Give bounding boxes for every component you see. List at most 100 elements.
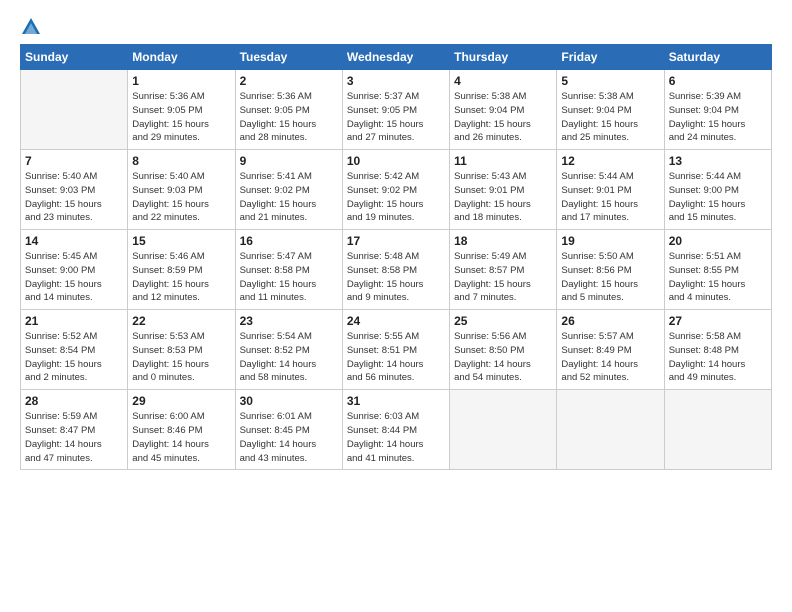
calendar-cell: 11 Sunrise: 5:43 AM Sunset: 9:01 PM Dayli… — [450, 150, 557, 230]
day-number: 14 — [25, 234, 123, 248]
calendar-cell: 18Sunrise: 5:49 AM Sunset: 8:57 PM Dayli… — [450, 230, 557, 310]
calendar-cell: 29Sunrise: 6:00 AM Sunset: 8:46 PM Dayli… — [128, 390, 235, 470]
day-number: 24 — [347, 314, 445, 328]
day-info: Sunrise: 5:54 AM Sunset: 8:52 PM Dayligh… — [240, 330, 338, 385]
day-number: 22 — [132, 314, 230, 328]
calendar-week-row: 28 Sunrise: 5:59 AM Sunset: 8:47 PM Dayli… — [21, 390, 772, 470]
day-info: Sunrise: 5:43 AM Sunset: 9:01 PM Dayligh… — [454, 170, 552, 225]
calendar-cell: 15 Sunrise: 5:46 AM Sunset: 8:59 PM Dayli… — [128, 230, 235, 310]
day-number: 16 — [240, 234, 338, 248]
calendar-cell: 8 Sunrise: 5:40 AM Sunset: 9:03 PM Daylig… — [128, 150, 235, 230]
day-info: Sunrise: 5:40 AM Sunset: 9:03 PM Dayligh… — [132, 170, 230, 225]
calendar-week-row: 21 Sunrise: 5:52 AM Sunset: 8:54 PM Dayli… — [21, 310, 772, 390]
calendar-cell: 3 Sunrise: 5:37 AM Sunset: 9:05 PM Daylig… — [342, 70, 449, 150]
day-info: Sunrise: 5:39 AM Sunset: 9:04 PM Dayligh… — [669, 90, 767, 145]
calendar-week-row: 1 Sunrise: 5:36 AM Sunset: 9:05 PM Daylig… — [21, 70, 772, 150]
day-number: 28 — [25, 394, 123, 408]
weekday-header-row: SundayMondayTuesdayWednesdayThursdayFrid… — [21, 45, 772, 70]
weekday-header-saturday: Saturday — [664, 45, 771, 70]
day-info: Sunrise: 5:37 AM Sunset: 9:05 PM Dayligh… — [347, 90, 445, 145]
day-info: Sunrise: 5:59 AM Sunset: 8:47 PM Dayligh… — [25, 410, 123, 465]
calendar-cell: 25 Sunrise: 5:56 AM Sunset: 8:50 PM Dayli… — [450, 310, 557, 390]
day-info: Sunrise: 5:42 AM Sunset: 9:02 PM Dayligh… — [347, 170, 445, 225]
weekday-header-friday: Friday — [557, 45, 664, 70]
weekday-header-tuesday: Tuesday — [235, 45, 342, 70]
weekday-header-thursday: Thursday — [450, 45, 557, 70]
calendar-week-row: 14 Sunrise: 5:45 AM Sunset: 9:00 PM Dayli… — [21, 230, 772, 310]
weekday-header-sunday: Sunday — [21, 45, 128, 70]
calendar-cell: 4 Sunrise: 5:38 AM Sunset: 9:04 PM Daylig… — [450, 70, 557, 150]
day-info: Sunrise: 5:44 AM Sunset: 9:01 PM Dayligh… — [561, 170, 659, 225]
day-info: Sunrise: 5:50 AM Sunset: 8:56 PM Dayligh… — [561, 250, 659, 305]
logo-icon — [20, 16, 42, 38]
header — [20, 16, 772, 38]
calendar-cell: 13 Sunrise: 5:44 AM Sunset: 9:00 PM Dayli… — [664, 150, 771, 230]
day-info: Sunrise: 5:40 AM Sunset: 9:03 PM Dayligh… — [25, 170, 123, 225]
day-number: 17 — [347, 234, 445, 248]
day-info: Sunrise: 5:44 AM Sunset: 9:00 PM Dayligh… — [669, 170, 767, 225]
day-info: Sunrise: 5:53 AM Sunset: 8:53 PM Dayligh… — [132, 330, 230, 385]
calendar-cell: 9Sunrise: 5:41 AM Sunset: 9:02 PM Daylig… — [235, 150, 342, 230]
day-number: 18 — [454, 234, 552, 248]
day-info: Sunrise: 5:51 AM Sunset: 8:55 PM Dayligh… — [669, 250, 767, 305]
day-number: 27 — [669, 314, 767, 328]
calendar-cell: 14 Sunrise: 5:45 AM Sunset: 9:00 PM Dayli… — [21, 230, 128, 310]
calendar-cell: 23 Sunrise: 5:54 AM Sunset: 8:52 PM Dayli… — [235, 310, 342, 390]
day-info: Sunrise: 5:38 AM Sunset: 9:04 PM Dayligh… — [561, 90, 659, 145]
day-info: Sunrise: 5:58 AM Sunset: 8:48 PM Dayligh… — [669, 330, 767, 385]
calendar-week-row: 7 Sunrise: 5:40 AM Sunset: 9:03 PM Daylig… — [21, 150, 772, 230]
calendar-cell: 27 Sunrise: 5:58 AM Sunset: 8:48 PM Dayli… — [664, 310, 771, 390]
day-number: 3 — [347, 74, 445, 88]
day-info: Sunrise: 5:52 AM Sunset: 8:54 PM Dayligh… — [25, 330, 123, 385]
calendar-cell: 6 Sunrise: 5:39 AM Sunset: 9:04 PM Daylig… — [664, 70, 771, 150]
day-number: 9 — [240, 154, 338, 168]
day-number: 1 — [132, 74, 230, 88]
day-number: 4 — [454, 74, 552, 88]
calendar-cell: 31 Sunrise: 6:03 AM Sunset: 8:44 PM Dayli… — [342, 390, 449, 470]
calendar-cell: 5 Sunrise: 5:38 AM Sunset: 9:04 PM Daylig… — [557, 70, 664, 150]
calendar-cell: 16 Sunrise: 5:47 AM Sunset: 8:58 PM Dayli… — [235, 230, 342, 310]
day-info: Sunrise: 5:38 AM Sunset: 9:04 PM Dayligh… — [454, 90, 552, 145]
day-number: 13 — [669, 154, 767, 168]
day-number: 6 — [669, 74, 767, 88]
calendar-table: SundayMondayTuesdayWednesdayThursdayFrid… — [20, 44, 772, 470]
calendar-cell: 22 Sunrise: 5:53 AM Sunset: 8:53 PM Dayli… — [128, 310, 235, 390]
day-number: 5 — [561, 74, 659, 88]
day-info: Sunrise: 5:48 AM Sunset: 8:58 PM Dayligh… — [347, 250, 445, 305]
calendar-cell: 7 Sunrise: 5:40 AM Sunset: 9:03 PM Daylig… — [21, 150, 128, 230]
calendar-cell: 21 Sunrise: 5:52 AM Sunset: 8:54 PM Dayli… — [21, 310, 128, 390]
day-number: 2 — [240, 74, 338, 88]
day-number: 12 — [561, 154, 659, 168]
day-info: Sunrise: 6:03 AM Sunset: 8:44 PM Dayligh… — [347, 410, 445, 465]
day-number: 8 — [132, 154, 230, 168]
calendar-cell: 12 Sunrise: 5:44 AM Sunset: 9:01 PM Dayli… — [557, 150, 664, 230]
calendar-cell: 17 Sunrise: 5:48 AM Sunset: 8:58 PM Dayli… — [342, 230, 449, 310]
weekday-header-wednesday: Wednesday — [342, 45, 449, 70]
day-info: Sunrise: 5:56 AM Sunset: 8:50 PM Dayligh… — [454, 330, 552, 385]
day-number: 7 — [25, 154, 123, 168]
day-number: 21 — [25, 314, 123, 328]
calendar-cell: 28 Sunrise: 5:59 AM Sunset: 8:47 PM Dayli… — [21, 390, 128, 470]
day-info: Sunrise: 5:46 AM Sunset: 8:59 PM Dayligh… — [132, 250, 230, 305]
day-info: Sunrise: 6:01 AM Sunset: 8:45 PM Dayligh… — [240, 410, 338, 465]
day-number: 11 — [454, 154, 552, 168]
day-number: 19 — [561, 234, 659, 248]
calendar-cell: 30 Sunrise: 6:01 AM Sunset: 8:45 PM Dayli… — [235, 390, 342, 470]
day-info: Sunrise: 5:45 AM Sunset: 9:00 PM Dayligh… — [25, 250, 123, 305]
day-info: Sunrise: 5:36 AM Sunset: 9:05 PM Dayligh… — [132, 90, 230, 145]
day-info: Sunrise: 5:57 AM Sunset: 8:49 PM Dayligh… — [561, 330, 659, 385]
day-number: 29 — [132, 394, 230, 408]
calendar-cell — [450, 390, 557, 470]
day-number: 20 — [669, 234, 767, 248]
calendar-cell: 10 Sunrise: 5:42 AM Sunset: 9:02 PM Dayli… — [342, 150, 449, 230]
calendar-cell: 1 Sunrise: 5:36 AM Sunset: 9:05 PM Daylig… — [128, 70, 235, 150]
day-number: 15 — [132, 234, 230, 248]
calendar-cell: 24Sunrise: 5:55 AM Sunset: 8:51 PM Dayli… — [342, 310, 449, 390]
day-number: 10 — [347, 154, 445, 168]
calendar-page: SundayMondayTuesdayWednesdayThursdayFrid… — [0, 0, 792, 612]
day-number: 30 — [240, 394, 338, 408]
day-number: 25 — [454, 314, 552, 328]
day-number: 23 — [240, 314, 338, 328]
day-number: 31 — [347, 394, 445, 408]
day-info: Sunrise: 5:47 AM Sunset: 8:58 PM Dayligh… — [240, 250, 338, 305]
